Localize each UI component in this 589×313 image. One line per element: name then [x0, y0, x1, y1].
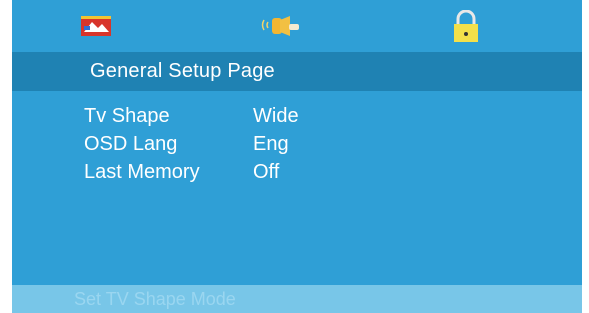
- setting-row-last-memory[interactable]: Last Memory Off: [84, 161, 504, 187]
- setting-label: OSD Lang: [84, 133, 178, 155]
- padlock-icon: [454, 9, 478, 42]
- setting-label: Tv Shape: [84, 105, 170, 127]
- settings-list: Tv Shape Wide OSD Lang Eng Last Memory O…: [12, 91, 582, 281]
- osd-setup-screen: General Setup Page Tv Shape Wide OSD Lan…: [12, 0, 582, 313]
- setting-value[interactable]: Wide: [253, 105, 299, 128]
- tv-picture-icon: [81, 16, 111, 36]
- speaker-icon: [261, 16, 299, 36]
- category-tab-bar: [12, 0, 582, 52]
- setting-value[interactable]: Off: [253, 161, 279, 184]
- tab-video-settings[interactable]: [80, 10, 112, 40]
- status-bar: Set TV Shape Mode: [12, 285, 582, 313]
- setting-row-osd-lang[interactable]: OSD Lang Eng: [84, 133, 504, 159]
- page-title: General Setup Page: [90, 60, 275, 82]
- page-title-bar: General Setup Page: [12, 52, 582, 91]
- tab-audio-settings[interactable]: [258, 10, 304, 40]
- tab-preference-lock[interactable]: [448, 9, 484, 42]
- setting-value[interactable]: Eng: [253, 133, 289, 156]
- setting-row-tv-shape[interactable]: Tv Shape Wide: [84, 105, 504, 131]
- status-help-text: Set TV Shape Mode: [74, 289, 236, 309]
- setting-label: Last Memory: [84, 161, 200, 183]
